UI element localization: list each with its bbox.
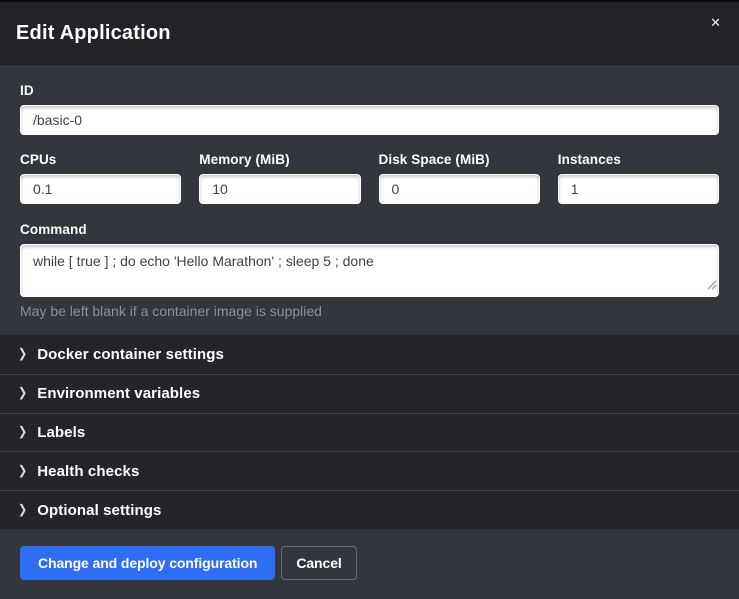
section-label: Optional settings	[37, 502, 161, 519]
edit-application-modal: Edit Application ✕ ID CPUs Memory (MiB) …	[0, 0, 739, 599]
id-field-group: ID	[20, 83, 719, 135]
resources-row: CPUs Memory (MiB) Disk Space (MiB) Insta…	[20, 152, 719, 204]
chevron-right-icon: ❯	[18, 504, 27, 517]
instances-input[interactable]	[558, 174, 719, 204]
close-icon[interactable]: ✕	[706, 14, 725, 31]
command-textarea-wrap: while [ true ] ; do echo 'Hello Marathon…	[20, 244, 719, 297]
modal-footer: Change and deploy configuration Cancel	[0, 529, 739, 599]
chevron-right-icon: ❯	[18, 465, 27, 478]
cpus-input[interactable]	[20, 174, 181, 204]
cancel-button[interactable]: Cancel	[281, 546, 356, 580]
id-input[interactable]	[20, 105, 719, 135]
disk-field-group: Disk Space (MiB)	[379, 152, 540, 204]
section-health-checks[interactable]: ❯ Health checks	[0, 451, 739, 490]
id-label: ID	[20, 83, 719, 98]
section-optional-settings[interactable]: ❯ Optional settings	[0, 490, 739, 529]
cpus-field-group: CPUs	[20, 152, 181, 204]
memory-input[interactable]	[199, 174, 360, 204]
chevron-right-icon: ❯	[18, 426, 27, 439]
instances-label: Instances	[558, 152, 719, 167]
disk-input[interactable]	[379, 174, 540, 204]
modal-header: Edit Application ✕	[0, 2, 739, 65]
section-environment-variables[interactable]: ❯ Environment variables	[0, 374, 739, 413]
section-label: Environment variables	[37, 385, 200, 402]
command-label: Command	[20, 222, 719, 237]
instances-field-group: Instances	[558, 152, 719, 204]
section-label: Docker container settings	[37, 346, 224, 363]
modal-title: Edit Application	[16, 22, 171, 45]
command-field-group: Command while [ true ] ; do echo 'Hello …	[20, 222, 719, 319]
command-input[interactable]: while [ true ] ; do echo 'Hello Marathon…	[20, 244, 719, 297]
chevron-right-icon: ❯	[18, 348, 27, 361]
section-label: Health checks	[37, 463, 139, 480]
collapsible-sections: ❯ Docker container settings ❯ Environmen…	[0, 335, 739, 529]
section-docker-container-settings[interactable]: ❯ Docker container settings	[0, 335, 739, 374]
application-form: ID CPUs Memory (MiB) Disk Space (MiB) In…	[0, 65, 739, 335]
disk-label: Disk Space (MiB)	[379, 152, 540, 167]
command-help-text: May be left blank if a container image i…	[20, 303, 719, 319]
section-labels[interactable]: ❯ Labels	[0, 413, 739, 452]
cpus-label: CPUs	[20, 152, 181, 167]
change-and-deploy-button[interactable]: Change and deploy configuration	[20, 546, 275, 580]
section-label: Labels	[37, 424, 85, 441]
memory-label: Memory (MiB)	[199, 152, 360, 167]
memory-field-group: Memory (MiB)	[199, 152, 360, 204]
chevron-right-icon: ❯	[18, 387, 27, 400]
